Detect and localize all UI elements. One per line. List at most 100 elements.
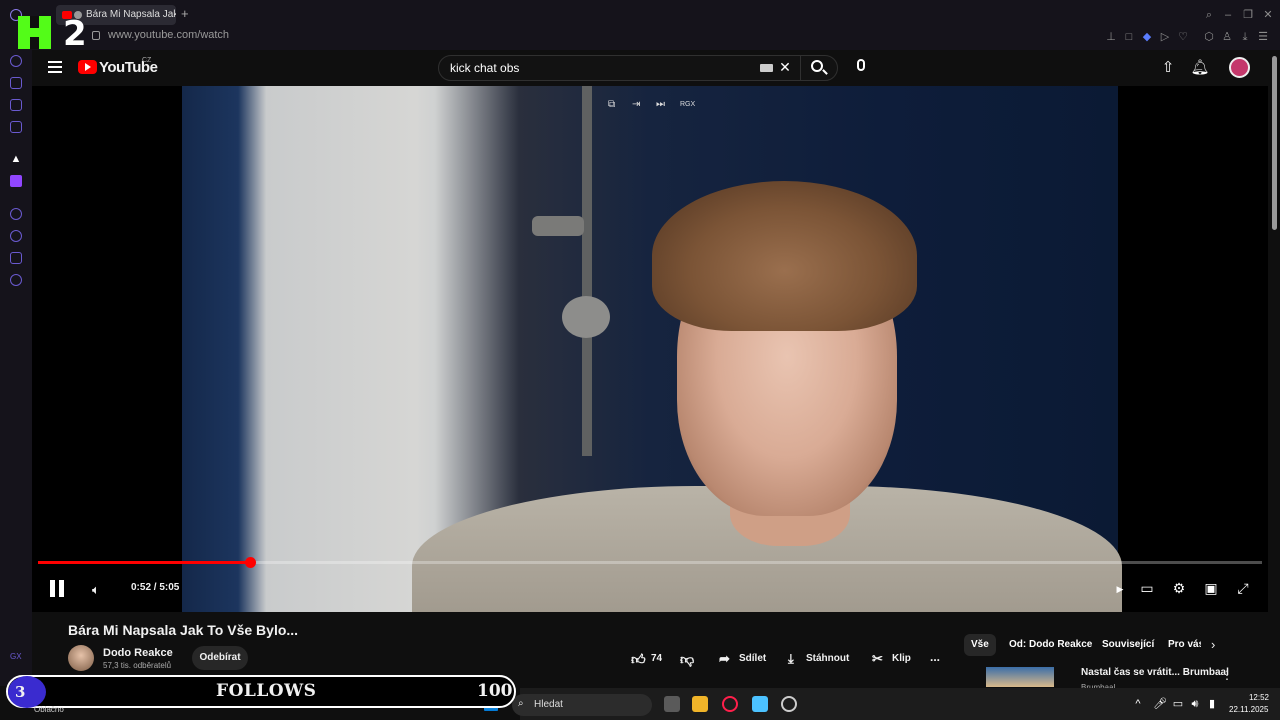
recommendation-thumbnail[interactable] [986, 667, 1054, 687]
lock-icon [92, 31, 100, 40]
search-tabs-icon[interactable]: ⌕ [1203, 9, 1215, 21]
heart-icon[interactable]: ♡ [1177, 31, 1189, 43]
extensions-side-icon[interactable] [10, 252, 22, 264]
tray-battery-icon[interactable]: ▮ [1206, 698, 1218, 710]
address-bar[interactable]: www.youtube.com/watch [108, 29, 229, 41]
shower-fixture [532, 216, 584, 236]
follows-count: 100 [477, 681, 513, 701]
recommendation-title[interactable]: Nastal čas se vrátit... Brumbaal [1081, 667, 1229, 678]
history-icon[interactable] [10, 230, 22, 242]
share-icon[interactable]: ➦ [719, 650, 730, 668]
like-count[interactable]: 74 [651, 650, 662, 668]
download-icon[interactable]: ⤓ [788, 650, 794, 668]
pip-label[interactable]: RGX [680, 101, 695, 108]
obs-icon[interactable] [781, 696, 797, 712]
youtube-logo-icon[interactable] [78, 60, 97, 74]
more-actions-button[interactable]: ... [930, 648, 940, 666]
next-icon[interactable]: ▶ [1110, 584, 1130, 595]
tray-volume-icon[interactable]: 🔊︎ [1189, 698, 1201, 710]
bag-icon[interactable] [10, 77, 22, 89]
subtitles-icon[interactable]: ▭ [1137, 580, 1157, 597]
follows-level-badge [8, 676, 46, 708]
settings-side-icon[interactable] [10, 274, 22, 286]
recommendation-menu-icon[interactable]: ⋮ [1221, 668, 1233, 682]
play-extension-icon[interactable]: ▷ [1159, 31, 1171, 43]
profile-icon[interactable]: ♙ [1221, 31, 1233, 43]
download-button[interactable]: Stáhnout [806, 650, 849, 668]
subscriber-count: 57,3 tis. odběratelů [103, 661, 172, 670]
upload-icon[interactable]: ⇧ [1158, 58, 1178, 76]
chevron-right-icon[interactable]: › [1211, 637, 1215, 652]
progress-scrubber[interactable] [245, 557, 256, 568]
minimize-icon[interactable]: – [1222, 9, 1234, 21]
shield-icon[interactable]: ◆ [1141, 31, 1153, 43]
region-code: CZ [142, 57, 152, 64]
taskbar-search-icon: ⌕ [518, 698, 524, 709]
taskbar-date[interactable]: 22.11.2025 [1229, 705, 1268, 714]
like-icon[interactable]: 👍︎ [631, 650, 646, 668]
keyboard-icon[interactable] [760, 64, 773, 72]
channel-avatar[interactable] [68, 645, 94, 671]
twitch-icon[interactable] [10, 175, 22, 187]
share-button[interactable]: Sdílet [739, 650, 766, 668]
search-button[interactable] [800, 55, 838, 81]
speed-dial-icon[interactable] [10, 55, 22, 67]
video-title: Bára Mi Napsala Jak To Vše Bylo... [68, 622, 299, 638]
channel-name[interactable]: Dodo Reakce [103, 647, 173, 659]
browser-top-bar [0, 0, 1280, 50]
restore-icon[interactable]: ❐ [1242, 9, 1254, 21]
chip-from-channel[interactable]: Od: Dodo Reakce [1002, 634, 1099, 656]
video-player[interactable] [32, 86, 1268, 612]
news-icon[interactable] [10, 121, 22, 133]
taskbar-search[interactable]: Hledat [512, 694, 652, 716]
taskbar-time[interactable]: 12:52 [1243, 693, 1269, 702]
popout-icon[interactable]: ⧉ [608, 99, 615, 110]
browser-sidebar [0, 50, 32, 686]
fullscreen-icon[interactable]: ⤢ [1233, 580, 1253, 597]
weather-label: Oblačno [34, 705, 64, 714]
chip-related[interactable]: Související [1095, 634, 1161, 656]
follows-label: FOLLOWS [216, 681, 317, 701]
notifications-bell-icon[interactable]: 🔔︎ [1190, 58, 1210, 76]
menu-icon[interactable]: ☰ [1257, 31, 1269, 43]
follows-level: 3 [15, 683, 26, 701]
theater-mode-icon[interactable]: ▣ [1201, 580, 1221, 597]
settings-icon[interactable]: ⚙ [1169, 580, 1189, 597]
volume-icon[interactable]: 🔈︎ [92, 582, 100, 598]
time-display: 0:52 / 5:05 [131, 582, 180, 593]
close-window-icon[interactable]: ✕ [1262, 9, 1274, 21]
tray-chevron-icon[interactable]: ^ [1132, 698, 1144, 710]
gx-label-icon: GX [10, 652, 22, 661]
chip-all[interactable]: Vše [964, 634, 996, 656]
clear-search-icon[interactable]: ✕ [775, 59, 795, 76]
player-icon[interactable] [10, 208, 22, 220]
guide-menu-icon[interactable] [48, 61, 62, 73]
extensions-icon[interactable]: ⬡ [1203, 31, 1215, 43]
aria-icon[interactable]: ▲ [10, 153, 22, 165]
video-frame[interactable] [182, 86, 1122, 612]
pause-button[interactable] [49, 580, 65, 597]
subscribe-button[interactable]: Odebírat [192, 646, 248, 670]
tray-network-icon[interactable]: ▭ [1172, 698, 1184, 710]
opera-gx-taskbar-icon[interactable] [722, 696, 738, 712]
tray-mic-icon[interactable]: 🎤︎ [1153, 698, 1167, 710]
microphone-icon[interactable] [857, 59, 865, 71]
clip-button[interactable]: Klip [892, 650, 911, 668]
chip-for-you[interactable]: Pro vás [1161, 634, 1201, 656]
new-tab-button[interactable]: + [181, 6, 189, 21]
pin-icon[interactable]: ⊥ [1105, 31, 1117, 43]
notepad-icon[interactable] [752, 696, 768, 712]
shower-head [562, 296, 610, 338]
dislike-icon[interactable]: 👎︎ [680, 650, 694, 668]
task-view-icon[interactable] [664, 696, 680, 712]
account-avatar[interactable] [1229, 57, 1250, 78]
kick-overlay-number: 2 [63, 14, 87, 54]
exit-icon[interactable]: ⇥ [632, 99, 640, 110]
scrollbar[interactable] [1272, 56, 1277, 230]
download-browser-icon[interactable]: ⤓ [1239, 31, 1251, 43]
file-explorer-icon[interactable] [692, 696, 708, 712]
snapshot-icon[interactable]: □ [1123, 31, 1135, 43]
clip-icon[interactable]: ✂ [872, 650, 883, 668]
twitch-side-icon[interactable] [10, 99, 22, 111]
skip-icon[interactable]: ⏭ [656, 99, 665, 110]
